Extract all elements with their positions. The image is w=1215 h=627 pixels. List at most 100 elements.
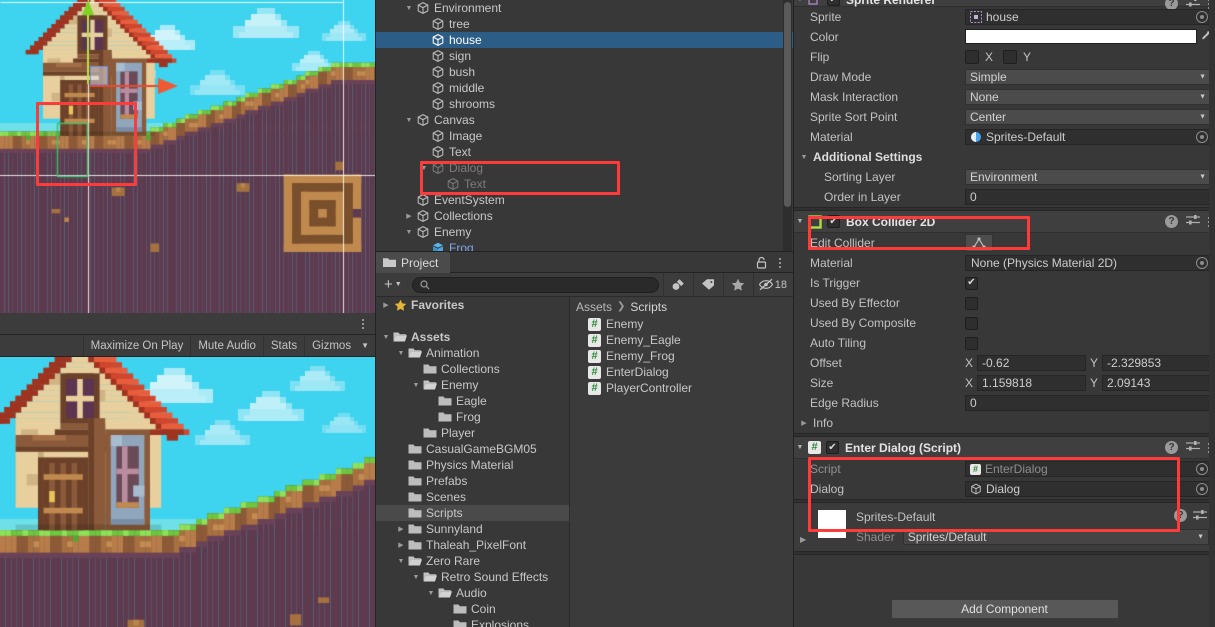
asset-item-playercontroller[interactable]: # PlayerController [570,380,793,396]
property-sprite[interactable]: Sprite house [794,7,1215,27]
preset-icon[interactable] [1186,214,1200,229]
foldout-triangle-icon[interactable]: ▼ [794,440,806,456]
component-header-box-collider-2d[interactable]: ▼ Box Collider 2D ? [794,211,1215,233]
foldout-triangle-icon[interactable]: ▼ [395,345,407,361]
project-folder-collections[interactable]: Collections [376,361,569,377]
project-search-input[interactable] [433,278,651,291]
property-edit-collider[interactable]: Edit Collider [794,233,1215,253]
hierarchy-item-sign[interactable]: sign [376,48,793,64]
property-collider-material[interactable]: Material None (Physics Material 2D) [794,253,1215,273]
property-used-by-composite[interactable]: Used By Composite [794,313,1215,333]
property-size[interactable]: Size X 1.159818 Y 2.09143 [794,373,1215,393]
auto-tiling-checkbox[interactable] [965,336,978,350]
foldout-triangle-right-icon[interactable]: ▶ [380,297,392,313]
game-view[interactable] [0,357,375,627]
material-preview-section[interactable]: Sprites-Default ▶ Shader Sprites/Default… [794,503,1215,551]
component-header-enter-dialog[interactable]: ▼ # Enter Dialog (Script) ? [794,437,1215,459]
asset-item-enemy_eagle[interactable]: # Enemy_Eagle [570,332,793,348]
info-foldout[interactable]: ▶ Info [794,413,1215,433]
flip-x-checkbox[interactable] [965,50,979,64]
asset-list[interactable]: # Enemy # Enemy_Eagle # Enemy_Frog # EnterDialo… [570,316,793,396]
project-folder-casualgamebgm05[interactable]: CasualGameBGM05 [376,441,569,457]
project-tab-bar[interactable]: Project [376,252,793,273]
size-y-input[interactable]: 2.09143 [1102,375,1211,391]
project-folder-favorites[interactable]: ▶ Favorites [376,297,569,313]
hierarchy-scrollbar[interactable] [783,0,792,251]
scene-view-canvas[interactable] [0,0,375,313]
favorites-star-icon[interactable] [722,272,753,297]
mute-audio-button[interactable]: Mute Audio [190,335,263,356]
dialog-object-field[interactable]: Dialog [965,481,1211,497]
hierarchy-scrollbar-thumb[interactable] [784,2,791,207]
script-object-field[interactable]: # EnterDialog [965,461,1211,477]
project-folder-eagle[interactable]: Eagle [376,393,569,409]
asset-item-enemy[interactable]: # Enemy [570,316,793,332]
property-draw-mode[interactable]: Draw Mode Simple [794,67,1215,87]
project-folder-coin[interactable]: Coin [376,601,569,617]
scene-view-kebab-menu[interactable] [357,316,369,332]
project-asset-pane[interactable]: Assets ❯ Scripts # Enemy # Enemy_Eagle # Enem… [569,297,793,627]
shader-dropdown[interactable]: Sprites/Default [902,529,1209,545]
property-edge-radius[interactable]: Edge Radius 0 [794,393,1215,413]
foldout-triangle-icon[interactable]: ▼ [380,329,392,345]
scene-view[interactable] [0,0,375,313]
hierarchy-item-house[interactable]: house [376,32,793,48]
edge-radius-input[interactable]: 0 [965,395,1211,411]
hierarchy-list[interactable]: ▼ Environment tree house sign bush middle shroo… [376,0,793,251]
project-folder-frog[interactable]: Frog [376,409,569,425]
breadcrumb[interactable]: Assets ❯ Scripts [570,297,793,316]
component-header-sprite-renderer[interactable]: ▼ Sprite Renderer ? [794,0,1215,10]
sprite-renderer-enabled-checkbox[interactable] [827,0,840,6]
property-used-by-effector[interactable]: Used By Effector [794,293,1215,313]
offset-x-input[interactable]: -0.62 [977,355,1086,371]
shader-row[interactable]: Shader Sprites/Default [856,529,1209,545]
hierarchy-item-frog[interactable]: Frog [376,240,793,251]
hierarchy-panel[interactable]: ▼ Environment tree house sign bush middle shroo… [375,0,793,252]
project-folder-explosions[interactable]: Explosions [376,617,569,627]
material-foldout-triangle-icon[interactable]: ▶ [800,531,806,545]
hierarchy-item-canvas[interactable]: ▼ Canvas [376,112,793,128]
box-collider-2d-enabled-checkbox[interactable] [827,215,840,228]
project-folder-enemy[interactable]: ▼ Enemy [376,377,569,393]
foldout-triangle-right-icon[interactable]: ▶ [798,415,810,431]
project-folder-audio[interactable]: ▼ Audio [376,585,569,601]
hierarchy-item-enemy[interactable]: ▼ Enemy [376,224,793,240]
collider-material-object-field[interactable]: None (Physics Material 2D) [965,255,1211,271]
foldout-triangle-right-icon[interactable]: ▶ [395,537,407,553]
color-swatch-field[interactable] [965,29,1197,44]
dialog-picker-icon[interactable] [1196,483,1208,495]
create-asset-button[interactable]: + ▼ [376,277,408,292]
foldout-triangle-icon[interactable]: ▼ [418,160,430,176]
hierarchy-item-tree[interactable]: tree [376,16,793,32]
property-dialog[interactable]: Dialog Dialog [794,479,1215,499]
gizmos-button[interactable]: Gizmos [304,335,358,356]
project-folder-assets[interactable]: ▼ Assets [376,329,569,345]
project-panel[interactable]: Project + ▼ 18 ▶ Favorites ▼ Assets ▼ An… [375,252,793,627]
property-offset[interactable]: Offset X -0.62 Y -2.329853 [794,353,1215,373]
help-icon[interactable]: ? [1165,215,1178,228]
project-folder-sunnyland[interactable]: ▶ Sunnyland [376,521,569,537]
help-icon[interactable]: ? [1165,441,1178,454]
material-object-field[interactable]: Sprites-Default [965,129,1211,145]
material-picker-icon[interactable] [1196,131,1208,143]
property-material[interactable]: Material Sprites-Default [794,127,1215,147]
search-by-type-icon[interactable] [662,272,693,297]
hierarchy-item-middle[interactable]: middle [376,80,793,96]
project-folder-thaleah-pixelfont[interactable]: ▶ Thaleah_PixelFont [376,537,569,553]
foldout-triangle-icon[interactable]: ▼ [425,585,437,601]
foldout-triangle-right-icon[interactable]: ▶ [403,208,415,224]
asset-item-enemy_frog[interactable]: # Enemy_Frog [570,348,793,364]
edit-collider-button[interactable] [965,234,993,252]
maximize-on-play-button[interactable]: Maximize On Play [82,335,191,356]
property-flip[interactable]: Flip X Y [794,47,1215,67]
foldout-triangle-icon[interactable]: ▼ [395,553,407,569]
hierarchy-item-shrooms[interactable]: shrooms [376,96,793,112]
property-color[interactable]: Color [794,27,1215,47]
project-kebab-menu[interactable] [774,255,786,271]
additional-settings-foldout[interactable]: ▼ Additional Settings [794,147,1215,167]
project-body[interactable]: ▶ Favorites ▼ Assets ▼ Animation Collections ▼ E… [376,297,793,627]
hierarchy-item-dialog[interactable]: ▼ Dialog [376,160,793,176]
project-folder-physics-material[interactable]: Physics Material [376,457,569,473]
property-order-in-layer[interactable]: Order in Layer 0 [794,187,1215,207]
hierarchy-item-bush[interactable]: bush [376,64,793,80]
